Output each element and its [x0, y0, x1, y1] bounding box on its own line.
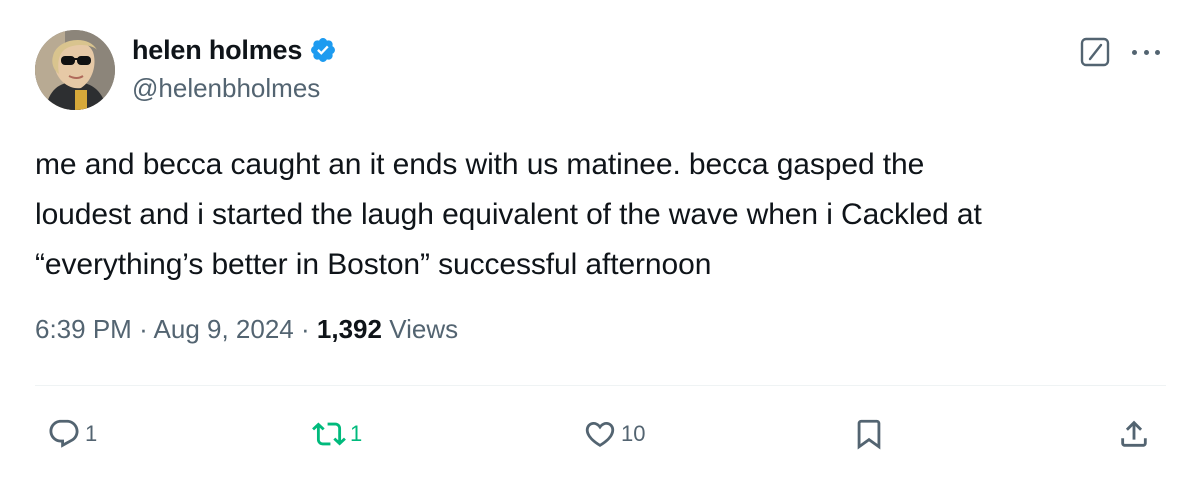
divider	[35, 385, 1166, 386]
tweet-meta: 6:39 PM · Aug 9, 2024 · 1,392 Views	[35, 314, 458, 345]
retweet-button[interactable]: 1	[312, 416, 362, 452]
avatar-image	[35, 30, 115, 110]
more-icon	[1143, 49, 1149, 55]
more-icon	[1155, 49, 1160, 55]
more-icon	[1132, 49, 1137, 55]
tweet-time[interactable]: 6:39 PM	[35, 314, 132, 344]
heart-icon	[585, 421, 615, 447]
tweet-date[interactable]: Aug 9, 2024	[154, 314, 294, 344]
like-count: 10	[621, 421, 646, 446]
display-name[interactable]: helen holmes	[132, 35, 302, 66]
meta-separator: ·	[301, 314, 310, 344]
more-button[interactable]	[1128, 36, 1164, 68]
retweet-count: 1	[350, 421, 363, 446]
grok-icon	[1080, 37, 1110, 67]
grok-button[interactable]	[1079, 36, 1111, 68]
tweet-text: me and becca caught an it ends with us m…	[35, 140, 1175, 290]
reply-icon	[49, 419, 79, 448]
views-label: Views	[389, 314, 459, 344]
tweet-text-line: “everything’s better in Boston” successf…	[35, 248, 712, 281]
avatar[interactable]	[35, 30, 115, 110]
reply-count: 1	[85, 421, 98, 446]
share-icon	[1121, 420, 1147, 447]
author-handle[interactable]: @helenbholmes	[132, 73, 320, 104]
verified-badge-icon	[309, 36, 337, 64]
tweet-text-line: loudest and i started the laugh equivale…	[35, 198, 982, 231]
share-button[interactable]	[1117, 416, 1151, 452]
author-name-row[interactable]: helen holmes	[132, 33, 337, 67]
retweet-icon	[312, 422, 346, 446]
bookmark-button[interactable]	[852, 416, 886, 452]
meta-separator: ·	[139, 314, 148, 344]
like-button[interactable]: 10	[583, 416, 645, 452]
tweet-card: helen holmes @helenbholmes me and becca …	[0, 0, 1204, 488]
bookmark-icon	[857, 419, 881, 450]
reply-button[interactable]: 1	[47, 416, 97, 452]
views-count: 1,392	[316, 314, 382, 344]
tweet-text-line: me and becca caught an it ends with us m…	[35, 148, 925, 181]
